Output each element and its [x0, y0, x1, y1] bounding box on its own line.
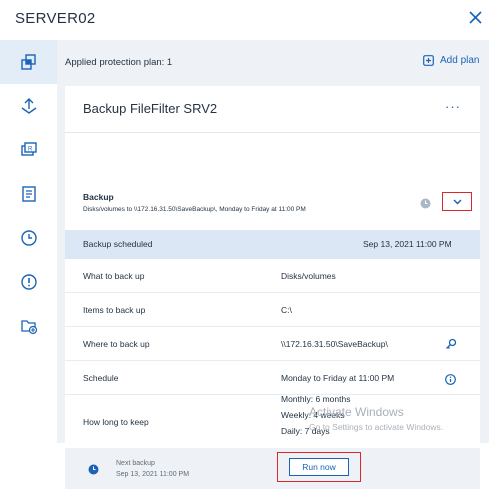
- detail-row-schedule: Schedule Monday to Friday at 11:00 PM: [65, 361, 480, 395]
- row-label: Items to back up: [83, 305, 146, 315]
- card-footer: [65, 448, 480, 489]
- sidebar-item-alerts[interactable]: [0, 260, 57, 304]
- expand-backup-button[interactable]: [442, 192, 472, 211]
- info-icon[interactable]: [445, 372, 456, 390]
- row-label: Where to back up: [83, 339, 150, 349]
- applied-plan-label: Applied protection plan: 1: [65, 57, 173, 68]
- sidebar-item-folder[interactable]: [0, 304, 57, 348]
- protection-icon: [20, 54, 36, 70]
- sidebar-item-history[interactable]: [0, 216, 57, 260]
- history-icon: [20, 230, 37, 246]
- report-icon: [21, 186, 36, 202]
- add-plan-label: Add plan: [440, 55, 480, 66]
- folder-add-icon: [20, 320, 37, 335]
- plan-card: Backup FileFilter SRV2 ··· Backup Disks/…: [65, 86, 480, 489]
- row-value: Disks/volumes: [281, 271, 336, 281]
- row-value: C:\: [281, 305, 292, 315]
- sidebar-item-report[interactable]: [0, 172, 57, 216]
- next-backup-date: Sep 13, 2021 11:00 PM: [116, 471, 190, 478]
- activation-watermark-title: Activate Windows: [309, 405, 404, 419]
- next-backup-label: Next backup: [116, 460, 155, 467]
- close-icon[interactable]: [466, 8, 486, 28]
- row-value: \\172.16.31.50\SaveBackup\: [281, 339, 388, 349]
- row-label: How long to keep: [83, 417, 149, 427]
- sidebar-item-restore[interactable]: R: [0, 128, 57, 172]
- row-label: Schedule: [83, 373, 119, 383]
- detail-row-where: Where to back up \\172.16.31.50\SaveBack…: [65, 327, 480, 361]
- detail-row-what: What to back up Disks/volumes: [65, 259, 480, 293]
- status-value: Sep 13, 2021 11:00 PM: [363, 239, 452, 249]
- detail-row-items: Items to back up C:\: [65, 293, 480, 327]
- add-plan-button[interactable]: Add plan: [423, 55, 479, 66]
- clock-icon: [88, 462, 99, 480]
- backup-module-description: Disks/volumes to \\172.16.31.50\SaveBack…: [83, 206, 306, 213]
- sidebar-item-protection[interactable]: [0, 40, 57, 84]
- run-now-label: Run now: [289, 458, 349, 476]
- svg-text:R: R: [28, 147, 33, 153]
- content-area: Applied protection plan: 1 Add plan Back…: [57, 40, 489, 489]
- clock-icon: [420, 196, 431, 214]
- row-value: Monday to Friday at 11:00 PM: [281, 373, 395, 383]
- plan-title: Backup FileFilter SRV2: [83, 101, 218, 116]
- chevron-down-icon: [452, 198, 462, 205]
- divider: [65, 132, 480, 133]
- backup-module-name: Backup: [83, 192, 114, 202]
- more-options-button[interactable]: ···: [445, 99, 465, 115]
- sidebar: R: [0, 40, 57, 443]
- alert-icon: [20, 274, 37, 290]
- row-label: What to back up: [83, 271, 145, 281]
- activation-watermark-subtitle: Go to Settings to activate Windows.: [309, 422, 444, 432]
- recovery-icon: [21, 98, 36, 114]
- sidebar-item-recovery[interactable]: [0, 84, 57, 128]
- plan-bar: Applied protection plan: 1 Add plan: [57, 40, 489, 86]
- plus-box-icon: [423, 55, 434, 66]
- restore-icon: R: [20, 142, 37, 156]
- run-now-button[interactable]: Run now: [277, 452, 361, 482]
- page-title: SERVER02: [15, 10, 96, 27]
- key-icon[interactable]: [445, 337, 457, 355]
- panel-header: SERVER02: [0, 0, 489, 40]
- status-label: Backup scheduled: [83, 239, 153, 249]
- backup-status-row: Backup scheduled Sep 13, 2021 11:00 PM: [65, 230, 480, 259]
